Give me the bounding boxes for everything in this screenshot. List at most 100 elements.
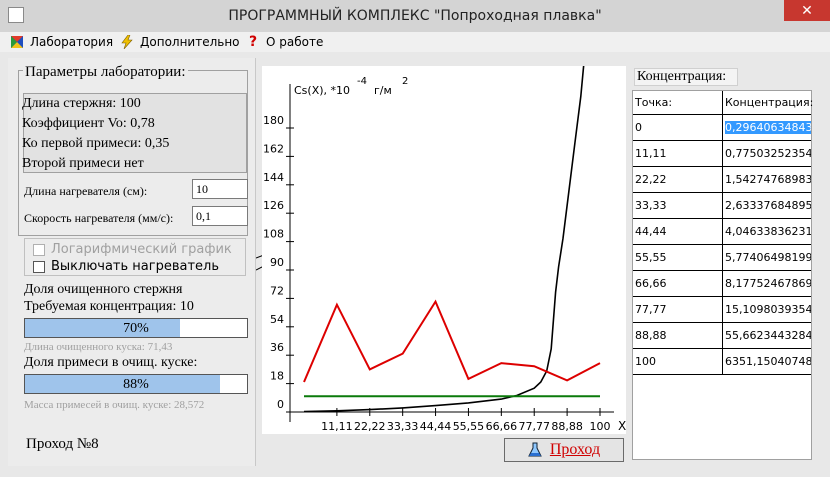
- y-axis-exponent: -4: [357, 76, 367, 87]
- concentration-table[interactable]: Точка: Концентрация: 00,296406348430911,…: [632, 90, 813, 460]
- point-cell[interactable]: 66,66: [633, 271, 723, 297]
- point-cell[interactable]: 100: [633, 349, 723, 375]
- required-concentration: Требуемая концентрация: 10: [24, 299, 194, 314]
- y-tick-label: 90: [270, 256, 284, 269]
- point-cell[interactable]: 55,55: [633, 245, 723, 271]
- params-title: Параметры лаборатории:: [23, 64, 188, 81]
- concentration-cell[interactable]: 2,6333768489574: [723, 193, 811, 219]
- log-graph-checkbox[interactable]: Логарифмический график: [33, 242, 232, 257]
- y-tick-label: 54: [270, 313, 284, 326]
- concentration-cell[interactable]: 55,662344328438: [723, 323, 811, 349]
- heater-off-label: Выключать нагреватель: [51, 259, 220, 274]
- y-tick-label: 18: [270, 370, 284, 383]
- progress-text: 88%: [123, 377, 149, 392]
- title-bar: ПРОГРАММНЫЙ КОМПЛЕКС "Попроходная плавка…: [0, 0, 830, 32]
- concentration-cell[interactable]: 8,1775246786985: [723, 271, 811, 297]
- red-series-line: [303, 299, 601, 383]
- x-tick-label: 66,66: [486, 420, 518, 433]
- y-tick-label: 162: [263, 142, 284, 155]
- pass-button-label: Проход: [549, 441, 601, 458]
- table-row[interactable]: 44,444,0463383623179: [633, 219, 811, 245]
- y-tick-label: 36: [270, 341, 284, 354]
- table-row[interactable]: 00,2964063484309: [633, 115, 811, 141]
- menu-laboratory[interactable]: Лаборатория: [10, 34, 113, 50]
- point-cell[interactable]: 33,33: [633, 193, 723, 219]
- table-row[interactable]: 33,332,6333768489574: [633, 193, 811, 219]
- x-tick-label: 77,77: [518, 420, 550, 433]
- purified-title: Доля очищенного стержня: [24, 282, 183, 297]
- lightning-icon: [121, 35, 133, 49]
- x-tick-label: 100: [590, 420, 611, 433]
- impurity-title: Доля примеси в очищ. куске:: [24, 355, 198, 370]
- heater-speed-label: Скорость нагревателя (мм/с):: [24, 211, 174, 225]
- table-header-concentration: Концентрация:: [723, 91, 813, 115]
- menu-about[interactable]: ? О работе: [246, 34, 323, 50]
- question-icon: ?: [248, 34, 258, 50]
- menu-label: Лаборатория: [30, 35, 114, 49]
- concentration-cell[interactable]: 1,5427476898336: [723, 167, 811, 193]
- y-axis-label: Cs(X), *10: [294, 84, 350, 97]
- y-tick-label: 144: [263, 171, 284, 184]
- heater-off-checkbox[interactable]: Выключать нагреватель: [33, 259, 219, 274]
- y-axis-unit: г/м: [374, 84, 392, 97]
- menu-additional[interactable]: Дополнительно: [120, 34, 240, 50]
- concentration-cell[interactable]: 5,7740649819980: [723, 245, 811, 271]
- x-tick-label: 11,11: [321, 420, 353, 433]
- concentration-value: 15,109803935425: [725, 303, 811, 316]
- point-cell[interactable]: 22,22: [633, 167, 723, 193]
- options-group: Логарифмический график Выключать нагрева…: [24, 238, 246, 276]
- point-cell[interactable]: 0: [633, 115, 723, 141]
- progress-text: 70%: [123, 321, 149, 336]
- menu-bar: Лаборатория Дополнительно ? О работе: [0, 32, 830, 52]
- concentration-value: 6351,1504074876: [725, 355, 811, 368]
- concentration-value: 0,2964063484309: [725, 121, 811, 134]
- window-title: ПРОГРАММНЫЙ КОМПЛЕКС "Попроходная плавка…: [228, 8, 602, 24]
- concentration-value: 0,7750325235468: [725, 147, 811, 160]
- table-row[interactable]: 22,221,5427476898336: [633, 167, 811, 193]
- log-graph-label: Логарифмический график: [51, 242, 232, 257]
- purified-progress-bar: 70%: [24, 318, 248, 338]
- y-tick-label: 126: [263, 199, 284, 212]
- y-tick-label: 72: [270, 284, 284, 297]
- table-row[interactable]: 88,8855,662344328438: [633, 323, 811, 349]
- point-cell[interactable]: 88,88: [633, 323, 723, 349]
- concentration-cell[interactable]: 0,2964063484309: [723, 115, 811, 141]
- laboratory-icon: [11, 36, 23, 48]
- x-tick-label: 33,33: [387, 420, 419, 433]
- param-second-impurity: Второй примеси нет: [22, 156, 144, 171]
- table-row[interactable]: 55,555,7740649819980: [633, 245, 811, 271]
- concentration-cell[interactable]: 4,0463383623179: [723, 219, 811, 245]
- x-tick-label: 55,55: [453, 420, 485, 433]
- point-cell[interactable]: 77,77: [633, 297, 723, 323]
- concentration-value: 4,0463383623179: [725, 225, 811, 238]
- pass-button[interactable]: Проход: [504, 438, 624, 462]
- y-tick-label: 0: [277, 398, 284, 411]
- heater-length-input[interactable]: 10: [192, 179, 248, 199]
- impurity-mass-note: Масса примесей в очищ. куске: 28,572: [24, 399, 205, 411]
- concentration-value: 2,6333768489574: [725, 199, 811, 212]
- checkbox-box: [33, 243, 45, 256]
- y-tick-label: 108: [263, 228, 284, 241]
- param-first-impurity: Ко первой примеси: 0,35: [22, 136, 170, 151]
- pass-label: Проход №8: [26, 436, 99, 452]
- table-row[interactable]: 1006351,1504074876: [633, 349, 811, 375]
- chart-panel: 0 18 36 54 72 90 108 126 144 162 180 11,11 22,22 33,3…: [262, 66, 626, 434]
- table-row[interactable]: 77,7715,109803935425: [633, 297, 811, 323]
- purified-length-note: Длина очищенного куска: 71,43: [24, 341, 173, 353]
- concentration-cell[interactable]: 15,109803935425: [723, 297, 811, 323]
- impurity-progress-bar: 88%: [24, 374, 248, 394]
- table-header-point: Точка:: [633, 91, 723, 115]
- y-tick-label: 180: [263, 114, 284, 127]
- close-button[interactable]: ✕: [784, 0, 830, 21]
- menu-label: Дополнительно: [140, 35, 240, 49]
- table-row[interactable]: 66,668,1775246786985: [633, 271, 811, 297]
- concentration-cell[interactable]: 0,7750325235468: [723, 141, 811, 167]
- point-cell[interactable]: 44,44: [633, 219, 723, 245]
- table-row[interactable]: 11,110,7750325235468: [633, 141, 811, 167]
- concentration-cell[interactable]: 6351,1504074876: [723, 349, 811, 375]
- concentration-chart: 0 18 36 54 72 90 108 126 144 162 180 11,11 22,22 33,3…: [263, 66, 626, 433]
- x-axis-label: X: [618, 419, 626, 433]
- heater-speed-input[interactable]: 0,1: [192, 206, 248, 226]
- point-cell[interactable]: 11,11: [633, 141, 723, 167]
- heater-length-label: Длина нагревателя (см):: [24, 184, 148, 198]
